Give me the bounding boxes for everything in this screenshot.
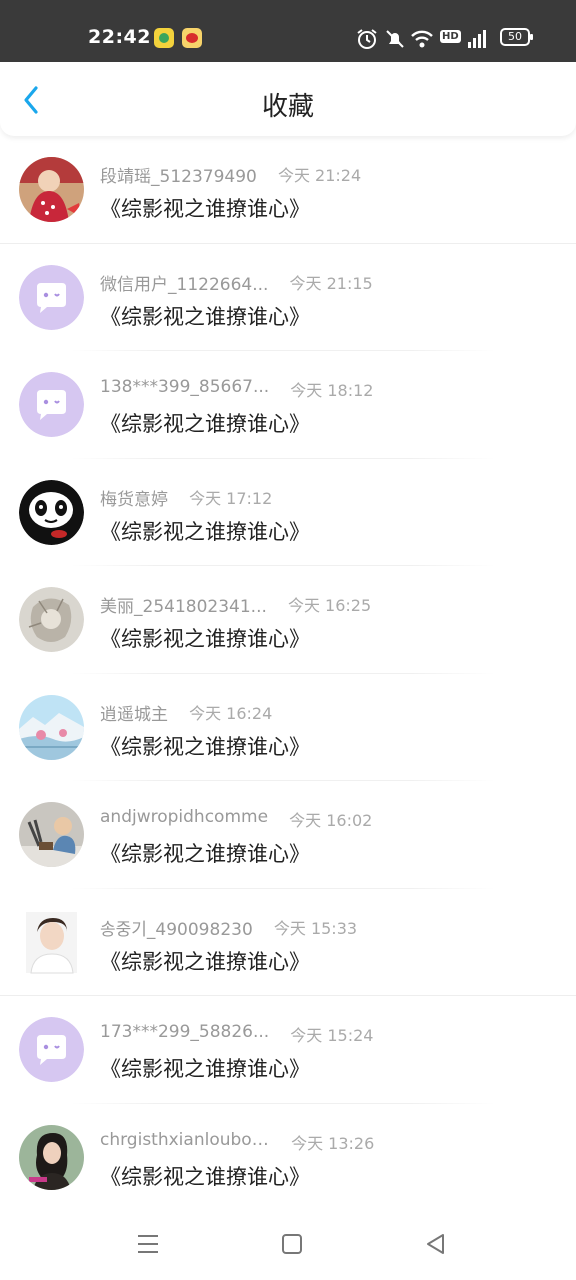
home-square-icon	[282, 1234, 302, 1254]
user-name: 173***299_58826...	[100, 1022, 270, 1042]
list-item[interactable]: 梅货意婷 今天 17:12 《综影视之谁撩谁心》	[0, 459, 576, 566]
item-title: 《综影视之谁撩谁心》	[100, 304, 310, 329]
battery-icon: 50	[500, 28, 533, 46]
item-time: 今天 16:25	[287, 596, 372, 615]
mute-icon	[386, 30, 404, 48]
default-chat-avatar-icon	[19, 1017, 84, 1082]
user-name: 梅货意婷	[100, 489, 168, 510]
item-title: 《综影视之谁撩谁心》	[100, 627, 310, 651]
list-item[interactable]: 逍遥城主 今天 16:24 《综影视之谁撩谁心》	[0, 674, 576, 781]
item-time: 今天 15:24	[290, 1026, 374, 1045]
user-name: andjwropidhcomme	[100, 807, 269, 827]
item-time: 今天 17:12	[189, 488, 273, 508]
item-title: 《综影视之谁撩谁心》	[100, 949, 310, 974]
avatar	[19, 1124, 84, 1190]
user-name: chrgisthxianloubou...	[100, 1129, 270, 1150]
menu-button[interactable]	[134, 1230, 162, 1258]
item-title: 《综影视之谁撩谁心》	[100, 1057, 310, 1081]
header: 收藏	[0, 62, 576, 136]
avatar	[19, 802, 84, 867]
item-title: 《综影视之谁撩谁心》	[100, 197, 310, 221]
item-title: 《综影视之谁撩谁心》	[100, 519, 310, 544]
wifi-icon	[411, 30, 433, 48]
notification-app-icon	[154, 28, 174, 48]
item-title: 《综影视之谁撩谁心》	[100, 412, 310, 436]
avatar	[19, 479, 84, 545]
item-time: 今天 18:12	[290, 381, 374, 400]
status-bar: 22:42 HD 50	[0, 0, 576, 62]
page-title: 收藏	[261, 92, 314, 122]
menu-icon	[138, 1235, 158, 1253]
favorites-list: 段靖瑶_512379490 今天 21:24 《综影视之谁撩谁心》 微信用户_1…	[0, 136, 576, 1211]
back-triangle-icon	[427, 1234, 444, 1254]
list-item[interactable]: 段靖瑶_512379490 今天 21:24 《综影视之谁撩谁心》	[0, 136, 576, 244]
item-title: 《综影视之谁撩谁心》	[100, 1164, 310, 1189]
avatar	[19, 157, 84, 222]
item-time: 今天 21:15	[289, 273, 373, 293]
hd-icon: HD	[440, 30, 461, 43]
list-item[interactable]: chrgisthxianloubou... 今天 13:26 《综影视之谁撩谁心…	[0, 1104, 576, 1212]
list-item[interactable]: andjwropidhcomme 今天 16:02 《综影视之谁撩谁心》	[0, 781, 576, 889]
item-time: 今天 13:26	[291, 1133, 375, 1153]
list-item[interactable]: 송중기_490098230 今天 15:33 《综影视之谁撩谁心》	[0, 889, 576, 996]
user-name: 송중기_490098230	[100, 919, 253, 940]
system-nav-bar	[0, 1208, 576, 1280]
weibo-notification-icon	[182, 28, 202, 48]
user-name: 138***399_85667...	[100, 377, 270, 397]
item-time: 今天 16:24	[189, 703, 273, 723]
list-item[interactable]: 138***399_85667... 今天 18:12 《综影视之谁撩谁心》	[0, 351, 576, 459]
item-time: 今天 15:33	[273, 918, 358, 938]
item-title: 《综影视之谁撩谁心》	[100, 734, 310, 759]
signal-icon	[468, 30, 486, 48]
item-time: 今天 21:24	[277, 166, 362, 185]
home-button[interactable]	[278, 1230, 306, 1258]
item-title: 《综影视之谁撩谁心》	[100, 842, 310, 866]
avatar	[19, 910, 84, 975]
user-name: 段靖瑶_512379490	[100, 167, 257, 187]
default-chat-avatar-icon	[19, 264, 84, 330]
list-item[interactable]: 微信用户_1122664... 今天 21:15 《综影视之谁撩谁心》	[0, 244, 576, 351]
item-time: 今天 16:02	[289, 811, 373, 830]
default-chat-avatar-icon	[19, 372, 84, 437]
avatar	[19, 694, 84, 760]
user-name: 美丽_2541802341...	[100, 597, 267, 617]
status-time: 22:42	[88, 26, 151, 48]
back-nav-button[interactable]	[422, 1230, 450, 1258]
list-item[interactable]: 美丽_2541802341... 今天 16:25 《综影视之谁撩谁心》	[0, 566, 576, 674]
list-item[interactable]: 173***299_58826... 今天 15:24 《综影视之谁撩谁心》	[0, 996, 576, 1104]
user-name: 微信用户_1122664...	[100, 274, 269, 295]
user-name: 逍遥城主	[100, 704, 168, 725]
avatar	[19, 587, 84, 652]
alarm-icon	[357, 29, 377, 49]
